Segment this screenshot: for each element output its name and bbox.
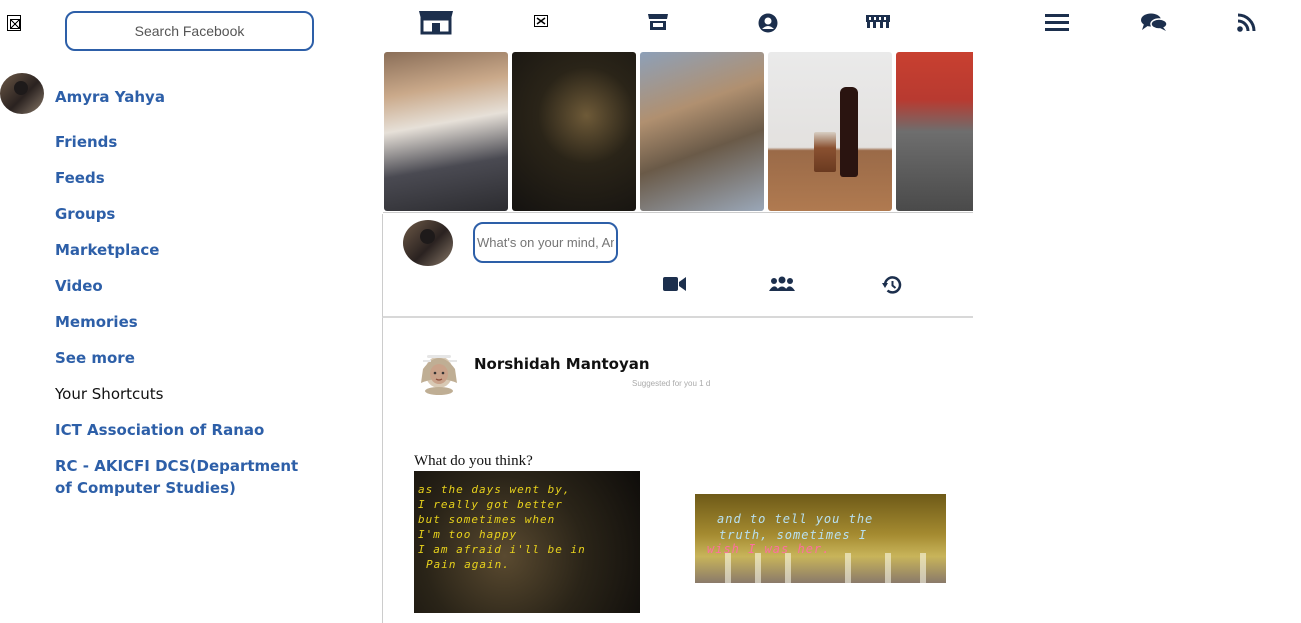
- broken-image-icon: [7, 15, 21, 31]
- avatar[interactable]: [413, 349, 465, 395]
- image-caption-line: Pain again.: [426, 558, 510, 571]
- sidebar-item-see-more[interactable]: See more: [55, 347, 135, 369]
- ticket-icon[interactable]: [866, 13, 890, 29]
- image-caption-line: and to tell you the: [717, 512, 874, 526]
- video-camera-icon[interactable]: [663, 275, 687, 298]
- image-caption-line: truth, sometimes I: [719, 528, 868, 542]
- post-text: What do you think?: [414, 453, 533, 469]
- avatar[interactable]: [403, 220, 453, 266]
- story-card[interactable]: [384, 52, 508, 211]
- sidebar-item-friends[interactable]: Friends: [55, 131, 117, 153]
- broken-image-icon: [534, 15, 548, 27]
- stories-strip: [383, 50, 973, 213]
- people-group-icon[interactable]: [769, 275, 795, 298]
- story-card[interactable]: [640, 52, 764, 211]
- shortcuts-heading: Your Shortcuts: [55, 385, 164, 403]
- image-caption-line: I am afraid i'll be in: [418, 543, 586, 556]
- sidebar-item-memories[interactable]: Memories: [55, 311, 138, 333]
- avatar[interactable]: [0, 73, 44, 114]
- post-meta: Suggested for you 1 d: [632, 379, 711, 388]
- image-caption-line: I'm too happy: [418, 528, 518, 541]
- shop-icon[interactable]: [647, 13, 669, 31]
- post-image[interactable]: and to tell you the truth, sometimes I w…: [695, 494, 946, 583]
- chat-icon[interactable]: [1141, 13, 1167, 31]
- post-composer: [382, 214, 973, 318]
- menu-icon[interactable]: [1045, 13, 1069, 31]
- sidebar-item-marketplace[interactable]: Marketplace: [55, 239, 159, 261]
- post-image[interactable]: as the days went by, I really got better…: [414, 471, 640, 613]
- rss-icon[interactable]: [1237, 12, 1261, 32]
- store-icon[interactable]: [417, 9, 455, 35]
- sidebar-item-video[interactable]: Video: [55, 275, 103, 297]
- sidebar-item-feeds[interactable]: Feeds: [55, 167, 105, 189]
- image-caption-line: but sometimes when: [418, 513, 556, 526]
- story-card[interactable]: [896, 52, 973, 211]
- image-caption-line: I really got better: [418, 498, 563, 511]
- image-caption-line: as the days went by,: [418, 483, 571, 496]
- story-card[interactable]: [512, 52, 636, 211]
- user-circle-icon[interactable]: [758, 13, 778, 33]
- shortcut-ict-association[interactable]: ICT Association of Ranao: [55, 419, 264, 441]
- history-icon[interactable]: [881, 275, 903, 300]
- story-card[interactable]: [768, 52, 892, 211]
- profile-link[interactable]: [0, 73, 44, 114]
- post-author[interactable]: Norshidah Mantoyan: [474, 355, 650, 373]
- profile-name[interactable]: Amyra Yahya: [55, 88, 165, 106]
- whats-on-your-mind-input[interactable]: [473, 222, 618, 263]
- sidebar-item-groups[interactable]: Groups: [55, 203, 115, 225]
- search-input[interactable]: Search Facebook: [65, 11, 314, 51]
- feed-divider: [382, 318, 383, 623]
- shortcut-rc-akicfi-dcs[interactable]: RC - AKICFI DCS(Department of Computer S…: [55, 455, 305, 499]
